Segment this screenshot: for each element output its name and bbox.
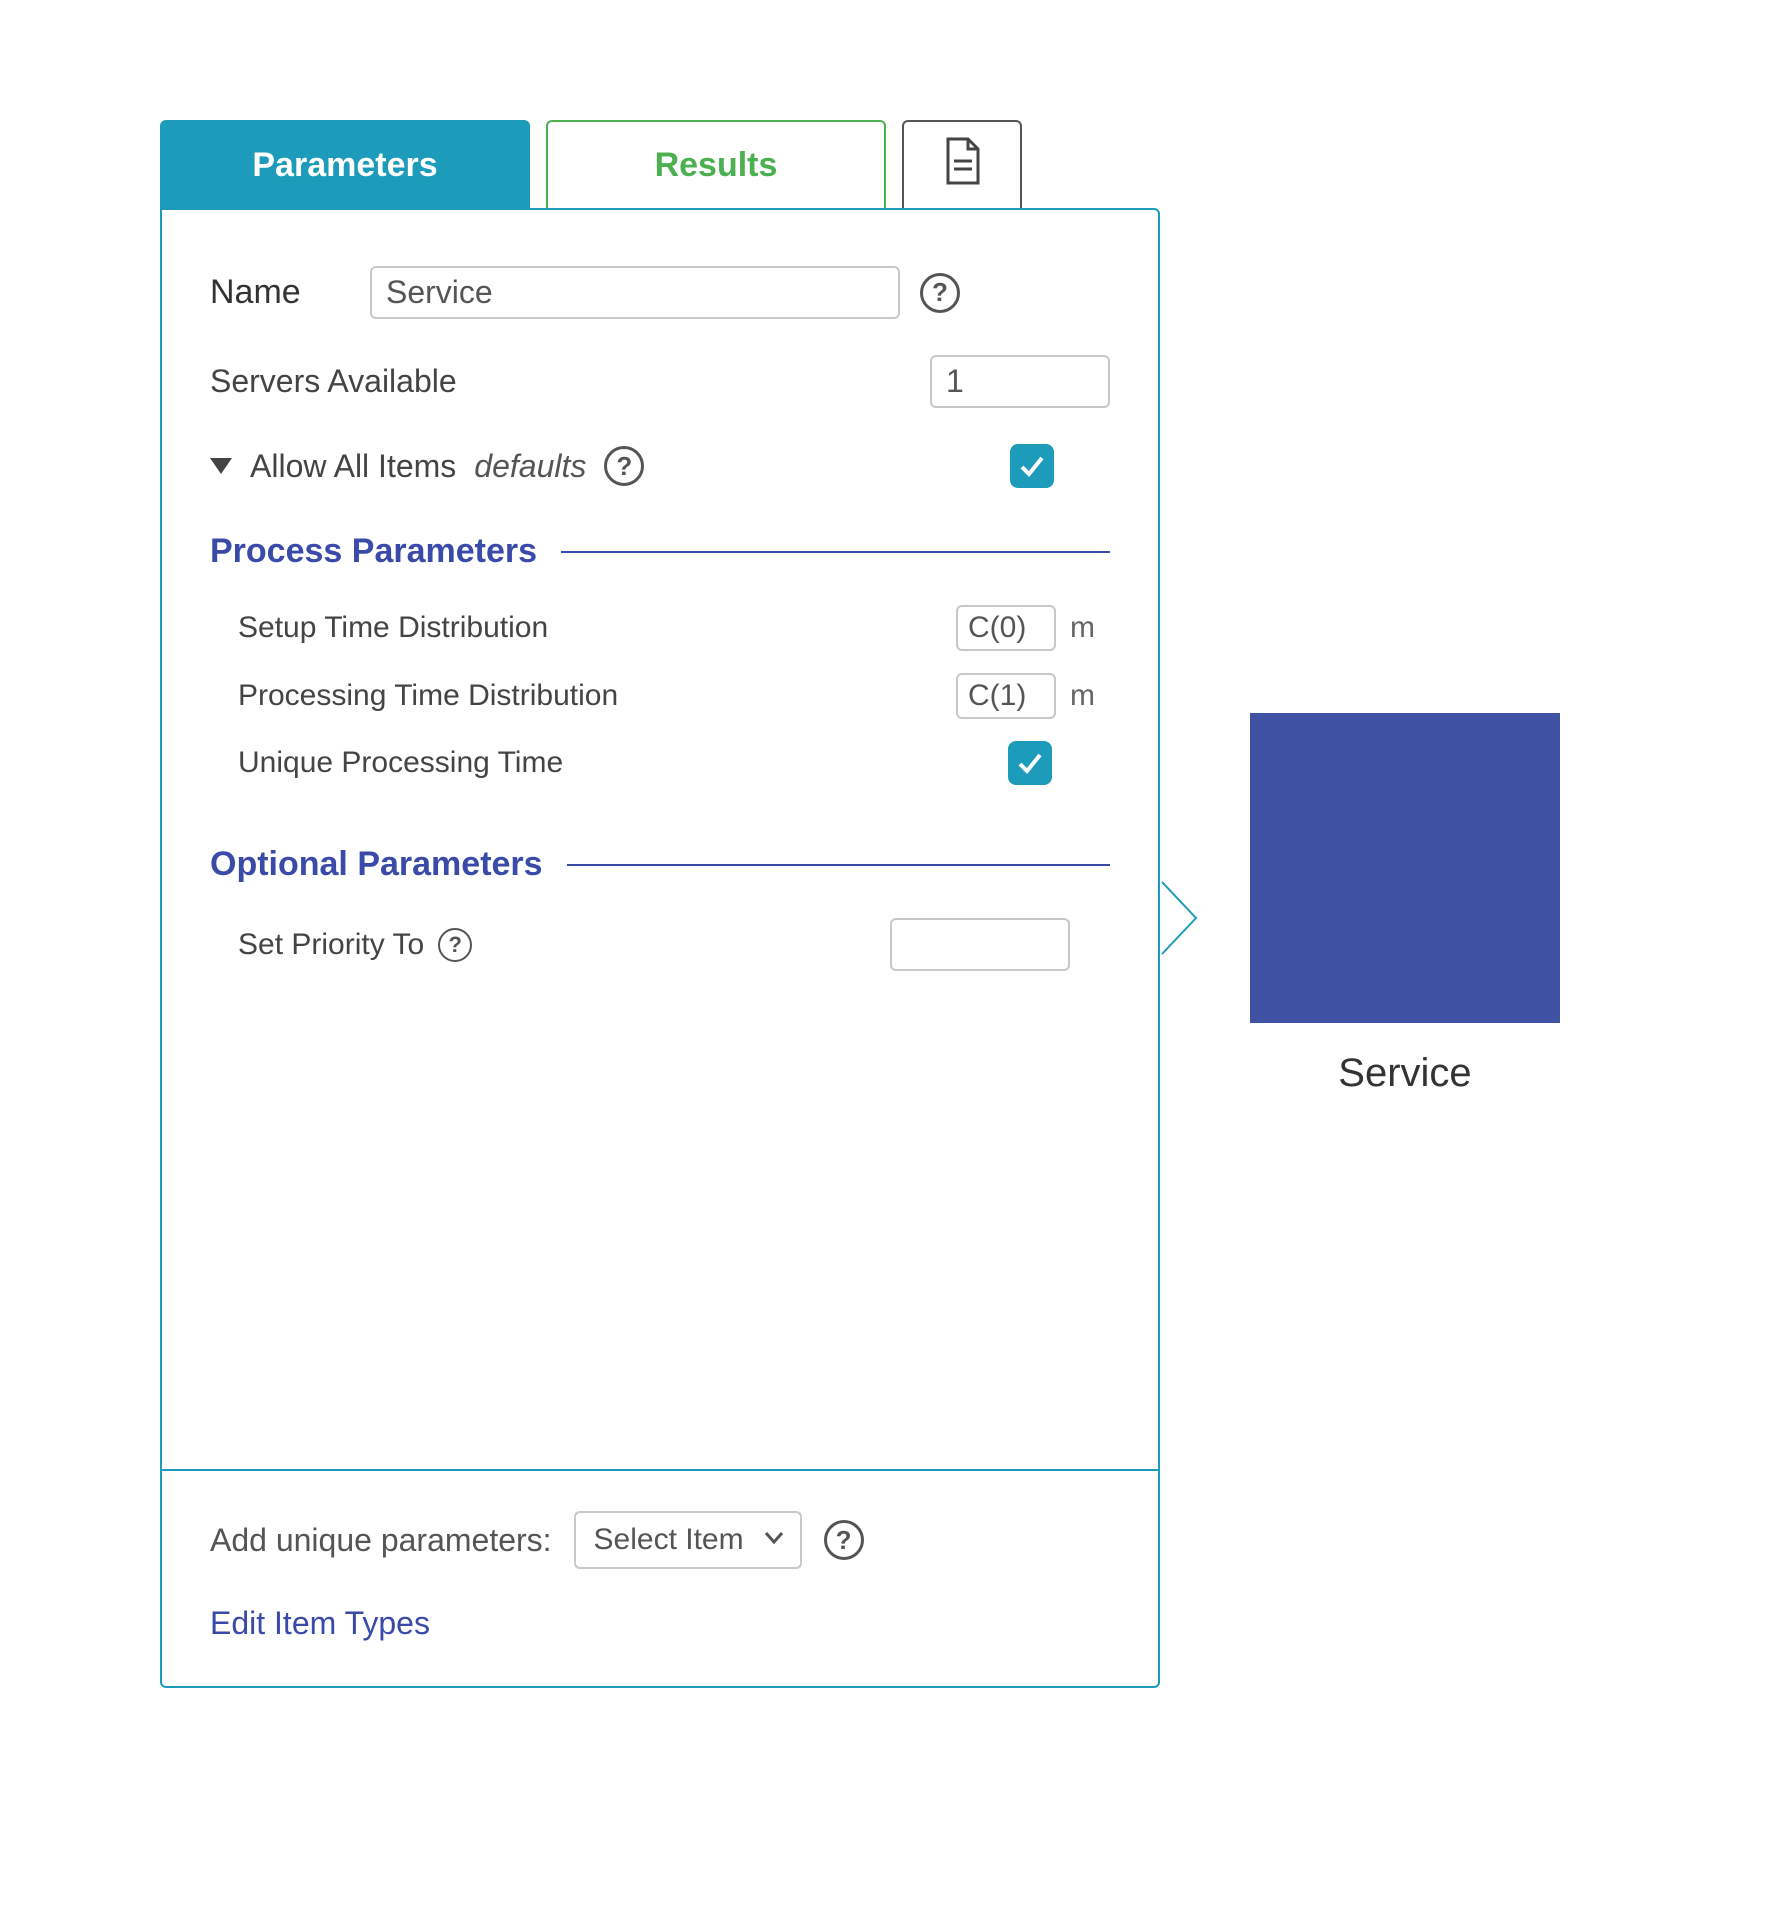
set-priority-label: Set Priority To bbox=[238, 928, 424, 962]
tab-results[interactable]: Results bbox=[546, 120, 886, 208]
setup-time-label: Setup Time Distribution bbox=[238, 611, 942, 645]
unique-processing-checkbox[interactable] bbox=[1008, 741, 1052, 785]
add-unique-label: Add unique parameters: bbox=[210, 1522, 552, 1559]
process-parameters-title: Process Parameters bbox=[210, 532, 537, 571]
tab-results-label: Results bbox=[655, 146, 778, 185]
section-divider bbox=[561, 551, 1110, 553]
tab-parameters[interactable]: Parameters bbox=[160, 120, 530, 208]
setup-time-unit: m bbox=[1070, 611, 1110, 645]
tab-parameters-label: Parameters bbox=[252, 146, 437, 185]
tab-notes[interactable] bbox=[902, 120, 1022, 208]
processing-time-input[interactable] bbox=[956, 673, 1056, 719]
panel-footer: Add unique parameters: Select Item ? Edi… bbox=[162, 1469, 1158, 1686]
setup-time-row: Setup Time Distribution m bbox=[210, 605, 1110, 651]
set-priority-input[interactable] bbox=[890, 918, 1070, 971]
help-icon[interactable]: ? bbox=[824, 1520, 864, 1560]
select-item-dropdown[interactable]: Select Item bbox=[574, 1511, 802, 1569]
servers-available-label: Servers Available bbox=[210, 363, 910, 400]
edit-item-types-label: Edit Item Types bbox=[210, 1605, 430, 1641]
processing-time-unit: m bbox=[1070, 679, 1110, 713]
properties-panel: Name ? Servers Available Allow All Items… bbox=[160, 208, 1160, 1688]
section-divider bbox=[567, 864, 1110, 866]
service-node-block[interactable] bbox=[1250, 713, 1560, 1023]
tabs: Parameters Results bbox=[160, 120, 1160, 208]
optional-parameters-title: Optional Parameters bbox=[210, 845, 543, 884]
unique-processing-label: Unique Processing Time bbox=[238, 746, 952, 780]
help-icon[interactable]: ? bbox=[604, 446, 644, 486]
select-item-value: Select Item bbox=[594, 1523, 744, 1556]
edit-item-types-link[interactable]: Edit Item Types bbox=[210, 1605, 1110, 1642]
optional-parameters-header: Optional Parameters bbox=[210, 845, 1110, 884]
document-icon bbox=[942, 137, 982, 194]
caret-down-icon[interactable] bbox=[210, 458, 232, 474]
add-unique-row: Add unique parameters: Select Item ? bbox=[210, 1511, 1110, 1569]
panel-body: Name ? Servers Available Allow All Items… bbox=[162, 210, 1158, 1469]
help-icon[interactable]: ? bbox=[438, 928, 472, 962]
set-priority-row: Set Priority To ? bbox=[210, 918, 1110, 971]
process-parameters-header: Process Parameters bbox=[210, 532, 1110, 571]
properties-panel-wrap: Parameters Results Name bbox=[160, 120, 1160, 1688]
processing-time-row: Processing Time Distribution m bbox=[210, 673, 1110, 719]
allow-all-items-row: Allow All Items defaults ? bbox=[210, 444, 1110, 488]
help-icon[interactable]: ? bbox=[920, 273, 960, 313]
callout-pointer bbox=[1160, 880, 1196, 952]
service-node-label: Service bbox=[1338, 1051, 1471, 1096]
setup-time-input[interactable] bbox=[956, 605, 1056, 651]
allow-all-items-label: Allow All Items bbox=[250, 448, 456, 485]
allow-all-defaults: defaults bbox=[474, 448, 586, 485]
unique-processing-row: Unique Processing Time bbox=[210, 741, 1110, 785]
allow-all-items-checkbox[interactable] bbox=[1010, 444, 1054, 488]
stage: Parameters Results Name bbox=[160, 120, 1631, 1688]
name-label: Name bbox=[210, 273, 350, 312]
servers-available-row: Servers Available bbox=[210, 355, 1110, 408]
name-row: Name ? bbox=[210, 266, 1110, 319]
servers-available-input[interactable] bbox=[930, 355, 1110, 408]
node-preview: Service bbox=[1250, 713, 1560, 1096]
name-input[interactable] bbox=[370, 266, 900, 319]
processing-time-label: Processing Time Distribution bbox=[238, 679, 942, 713]
